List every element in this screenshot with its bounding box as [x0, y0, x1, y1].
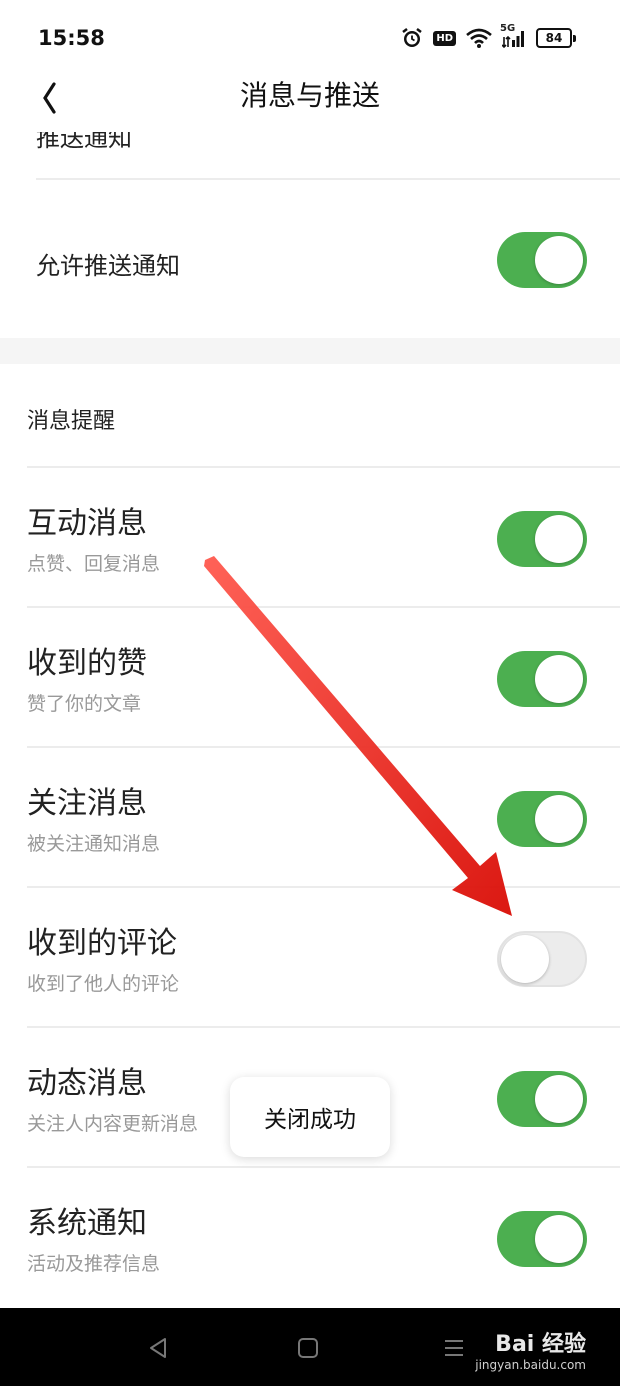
divider	[27, 466, 620, 468]
nav-home-icon[interactable]	[296, 1336, 320, 1360]
hd-icon: HD	[433, 30, 456, 46]
item-likes-title: 收到的赞	[27, 646, 147, 681]
system-toggle[interactable]	[497, 1211, 587, 1267]
battery-icon: 84	[536, 28, 576, 48]
wifi-icon	[466, 28, 492, 48]
watermark-url: jingyan.baidu.com	[475, 1358, 586, 1372]
item-feed-subtitle: 关注人内容更新消息	[27, 1113, 199, 1135]
item-interaction-subtitle: 点赞、回复消息	[27, 553, 161, 575]
comments-toggle[interactable]	[497, 931, 587, 987]
divider	[36, 178, 620, 180]
nav-menu-icon[interactable]	[442, 1336, 466, 1360]
item-feed-title: 动态消息	[27, 1066, 147, 1101]
divider	[27, 746, 620, 748]
section-label: 消息提醒	[27, 409, 116, 434]
allow-push-toggle[interactable]	[497, 232, 587, 288]
feed-toggle[interactable]	[497, 1071, 587, 1127]
item-interaction-title: 互动消息	[27, 506, 147, 541]
divider	[27, 1166, 620, 1168]
battery-level: 84	[536, 28, 572, 48]
nav-back-icon[interactable]	[146, 1336, 170, 1360]
item-follow-title: 关注消息	[27, 786, 147, 821]
section-gap	[0, 338, 620, 364]
item-system-subtitle: 活动及推荐信息	[27, 1253, 161, 1275]
page-title: 消息与推送	[239, 79, 380, 112]
divider	[27, 606, 620, 608]
item-comments-title: 收到的评论	[27, 926, 177, 961]
divider	[27, 886, 620, 888]
watermark: Bai 经验 jingyan.baidu.com	[475, 1326, 586, 1372]
interaction-toggle[interactable]	[497, 511, 587, 567]
item-system-title: 系统通知	[27, 1206, 147, 1241]
follow-toggle[interactable]	[497, 791, 587, 847]
divider	[27, 1026, 620, 1028]
header: 消息与推送	[0, 76, 620, 132]
likes-toggle[interactable]	[497, 651, 587, 707]
toast-message: 关闭成功	[230, 1077, 390, 1157]
item-comments-subtitle: 收到了他人的评论	[27, 973, 180, 995]
network-label: 5G	[500, 23, 516, 34]
status-time: 15:58	[38, 26, 105, 50]
item-follow-subtitle: 被关注通知消息	[27, 833, 161, 855]
item-likes-subtitle: 赞了你的文章	[27, 693, 142, 715]
alarm-icon	[401, 27, 423, 49]
signal-icon: 5G	[500, 23, 526, 49]
status-bar: 15:58 HD 5G 84	[0, 0, 620, 76]
allow-push-label: 允许推送通知	[36, 252, 180, 280]
status-icons: HD 5G 84	[401, 23, 576, 52]
watermark-brand: Bai 经验	[495, 1332, 586, 1357]
